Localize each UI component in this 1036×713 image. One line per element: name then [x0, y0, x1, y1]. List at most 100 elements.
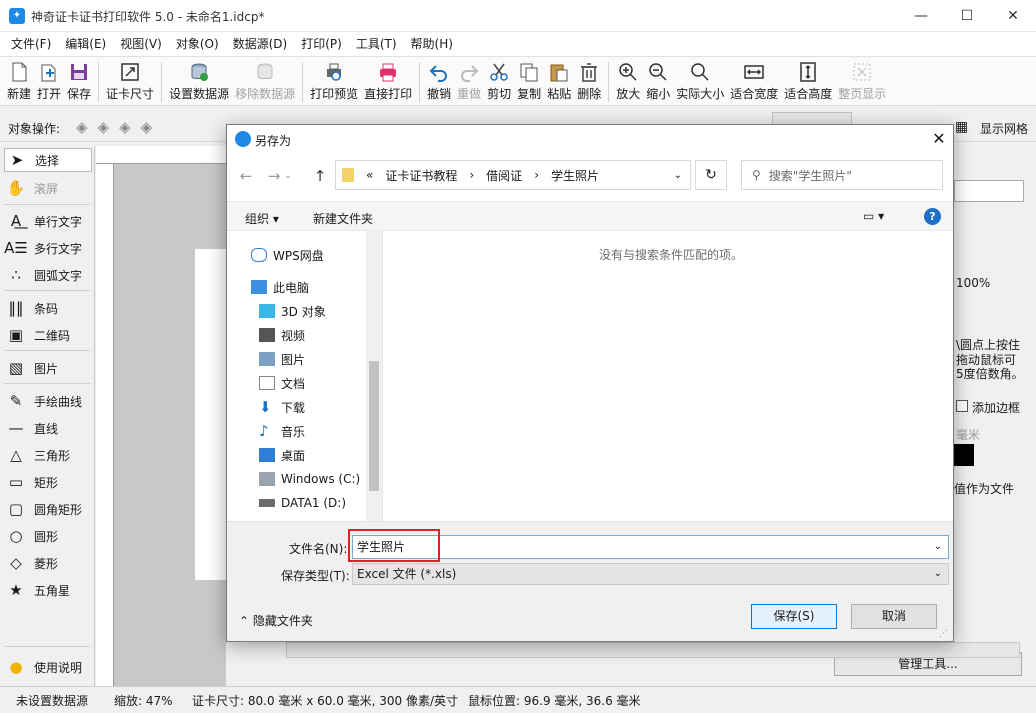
resize-grip-icon[interactable]: ⋰ — [939, 629, 948, 639]
tool-barcode[interactable]: ‖‖ 条码 — [4, 296, 92, 320]
zoom-in-button[interactable]: 放大 — [613, 57, 643, 105]
tool-image[interactable]: ▧ 图片 — [4, 356, 92, 380]
search-box[interactable]: ⚲ 搜索"学生照片" — [741, 160, 943, 190]
circle-icon: ○ — [9, 527, 23, 545]
zoom-out-button[interactable]: 缩小 — [643, 57, 673, 105]
fit-page-button[interactable]: 整页显示 — [835, 57, 889, 105]
nav-item-documents[interactable]: 文档 — [259, 371, 305, 395]
color-swatch[interactable] — [954, 444, 974, 466]
menu-help[interactable]: 帮助(H) — [404, 32, 460, 56]
delete-button[interactable]: 删除 — [574, 57, 604, 105]
new-folder-button[interactable]: 新建文件夹 — [313, 210, 373, 227]
save-button[interactable]: 保存(S) — [751, 604, 837, 629]
tool-arc-text[interactable]: ∴ 圆弧文字 — [4, 263, 92, 287]
nav-scrollbar[interactable] — [366, 231, 382, 521]
tool-diamond[interactable]: ◇ 菱形 — [4, 551, 92, 575]
tool-multi-text[interactable]: A☰ 多行文字 — [4, 236, 92, 260]
breadcrumb-item[interactable]: 借阅证 — [486, 167, 522, 184]
help-manual-button[interactable]: ● 使用说明 — [4, 655, 92, 679]
tool-star[interactable]: ★ 五角星 — [4, 578, 92, 602]
actual-size-button[interactable]: 实际大小 — [673, 57, 727, 105]
search-placeholder: 搜索"学生照片" — [768, 168, 852, 183]
undo-button[interactable]: 撤销 — [424, 57, 454, 105]
menu-file[interactable]: 文件(F) — [4, 32, 58, 56]
refresh-button[interactable]: ↻ — [695, 160, 727, 190]
tool-select[interactable]: ➤ 选择 — [4, 148, 92, 172]
chevron-down-icon[interactable]: ⌄ — [674, 170, 682, 181]
tool-rectangle[interactable]: ▭ 矩形 — [4, 470, 92, 494]
organize-button[interactable]: 组织 ▾ — [245, 210, 279, 227]
cancel-button[interactable]: 取消 — [851, 604, 937, 629]
nav-item-wps-cloud[interactable]: WPS网盘 — [251, 243, 324, 267]
card-paper[interactable] — [195, 249, 226, 580]
music-icon: ♪ — [259, 422, 269, 440]
menu-object[interactable]: 对象(O) — [169, 32, 226, 56]
horizontal-scrollbar[interactable] — [286, 642, 1020, 658]
back-arrow-icon[interactable]: ← — [235, 165, 257, 187]
tool-single-text[interactable]: A͟ 单行文字 — [4, 209, 92, 233]
menu-view[interactable]: 视图(V) — [113, 32, 169, 56]
tool-rounded-rectangle[interactable]: ▢ 圆角矩形 — [4, 497, 92, 521]
open-button[interactable]: 打开 — [34, 57, 64, 105]
nav-item-pictures[interactable]: 图片 — [259, 347, 305, 371]
copy-button[interactable]: 复制 — [514, 57, 544, 105]
breadcrumb-item[interactable]: 学生照片 — [551, 167, 599, 184]
nav-item-desktop[interactable]: 桌面 — [259, 443, 305, 467]
open-icon — [41, 64, 56, 82]
card-size-button[interactable]: 证卡尺寸 — [103, 57, 157, 105]
save-toolbar-button[interactable]: 保存 — [64, 57, 94, 105]
add-border-label[interactable]: 添加边框 — [972, 399, 1020, 416]
nav-item-music[interactable]: ♪ 音乐 — [259, 419, 305, 443]
nav-item-3d-objects[interactable]: 3D 对象 — [259, 299, 326, 323]
lightbulb-icon: ● — [9, 658, 23, 676]
tool-triangle[interactable]: △ 三角形 — [4, 443, 92, 467]
filetype-select[interactable]: Excel 文件 (*.xls) ⌄ — [352, 563, 949, 585]
main-toolbar: 新建 打开 保存 证卡尺寸 设置数据源 移除数据源 打印预览 直接打印 撤销 重… — [0, 56, 1036, 106]
paste-button[interactable]: 粘贴 — [544, 57, 574, 105]
breadcrumb-overflow-icon[interactable]: « — [366, 168, 373, 182]
dialog-close-button[interactable]: ✕ — [927, 127, 951, 151]
print-preview-button[interactable]: 打印预览 — [307, 57, 361, 105]
redo-button[interactable]: 重做 — [454, 57, 484, 105]
close-window-button[interactable]: ✕ — [990, 0, 1036, 32]
minimize-button[interactable]: — — [898, 0, 944, 32]
remove-datasource-button[interactable]: 移除数据源 — [232, 57, 298, 105]
set-datasource-button[interactable]: 设置数据源 — [166, 57, 232, 105]
view-mode-icon[interactable]: ▭ ▾ — [863, 209, 884, 223]
tool-circle[interactable]: ○ 圆形 — [4, 524, 92, 548]
tool-line[interactable]: — 直线 — [4, 416, 92, 440]
tool-pan[interactable]: ✋ 滚屏 — [4, 176, 92, 200]
cut-button[interactable]: 剪切 — [484, 57, 514, 105]
tool-qrcode[interactable]: ▣ 二维码 — [4, 323, 92, 347]
nav-item-drive-c[interactable]: Windows (C:) — [259, 467, 360, 491]
tool-freehand[interactable]: ✎ 手绘曲线 — [4, 389, 92, 413]
chevron-down-icon[interactable]: ⌄ — [934, 536, 942, 558]
computer-icon — [251, 280, 267, 294]
nav-item-downloads[interactable]: ⬇ 下载 — [259, 395, 305, 419]
new-button[interactable]: 新建 — [4, 57, 34, 105]
chevron-down-icon[interactable]: ⌄ — [934, 564, 942, 584]
show-grid-label[interactable]: 显示网格 — [980, 120, 1028, 137]
history-dropdown-icon[interactable]: ⌄ — [281, 165, 295, 187]
add-border-checkbox[interactable] — [956, 400, 968, 412]
scrollbar-thumb[interactable] — [369, 361, 379, 491]
breadcrumb-item[interactable]: 证卡证书教程 — [385, 167, 457, 184]
menu-tools[interactable]: 工具(T) — [349, 32, 404, 56]
direct-print-button[interactable]: 直接打印 — [361, 57, 415, 105]
fit-width-button[interactable]: 适合宽度 — [727, 57, 781, 105]
rotation-hint-3: 5度倍数角。 — [956, 367, 1024, 381]
fit-height-button[interactable]: 适合高度 — [781, 57, 835, 105]
maximize-button[interactable]: ☐ — [944, 0, 990, 32]
address-bar[interactable]: « 证卡证书教程 › 借阅证 › 学生照片 ⌄ — [335, 160, 691, 190]
help-icon[interactable]: ? — [924, 208, 941, 225]
up-arrow-icon[interactable]: ↑ — [309, 165, 331, 187]
menu-edit[interactable]: 编辑(E) — [58, 32, 113, 56]
property-dropdown[interactable] — [954, 180, 1024, 202]
nav-item-this-pc[interactable]: 此电脑 — [251, 275, 309, 299]
nav-item-videos[interactable]: 视频 — [259, 323, 305, 347]
hide-folders-toggle[interactable]: ⌃ 隐藏文件夹 — [239, 612, 313, 629]
menu-print[interactable]: 打印(P) — [294, 32, 349, 56]
filename-input[interactable]: 学生照片 ⌄ — [352, 535, 949, 559]
nav-item-drive-d[interactable]: DATA1 (D:) — [259, 491, 346, 515]
menu-datasource[interactable]: 数据源(D) — [226, 32, 295, 56]
